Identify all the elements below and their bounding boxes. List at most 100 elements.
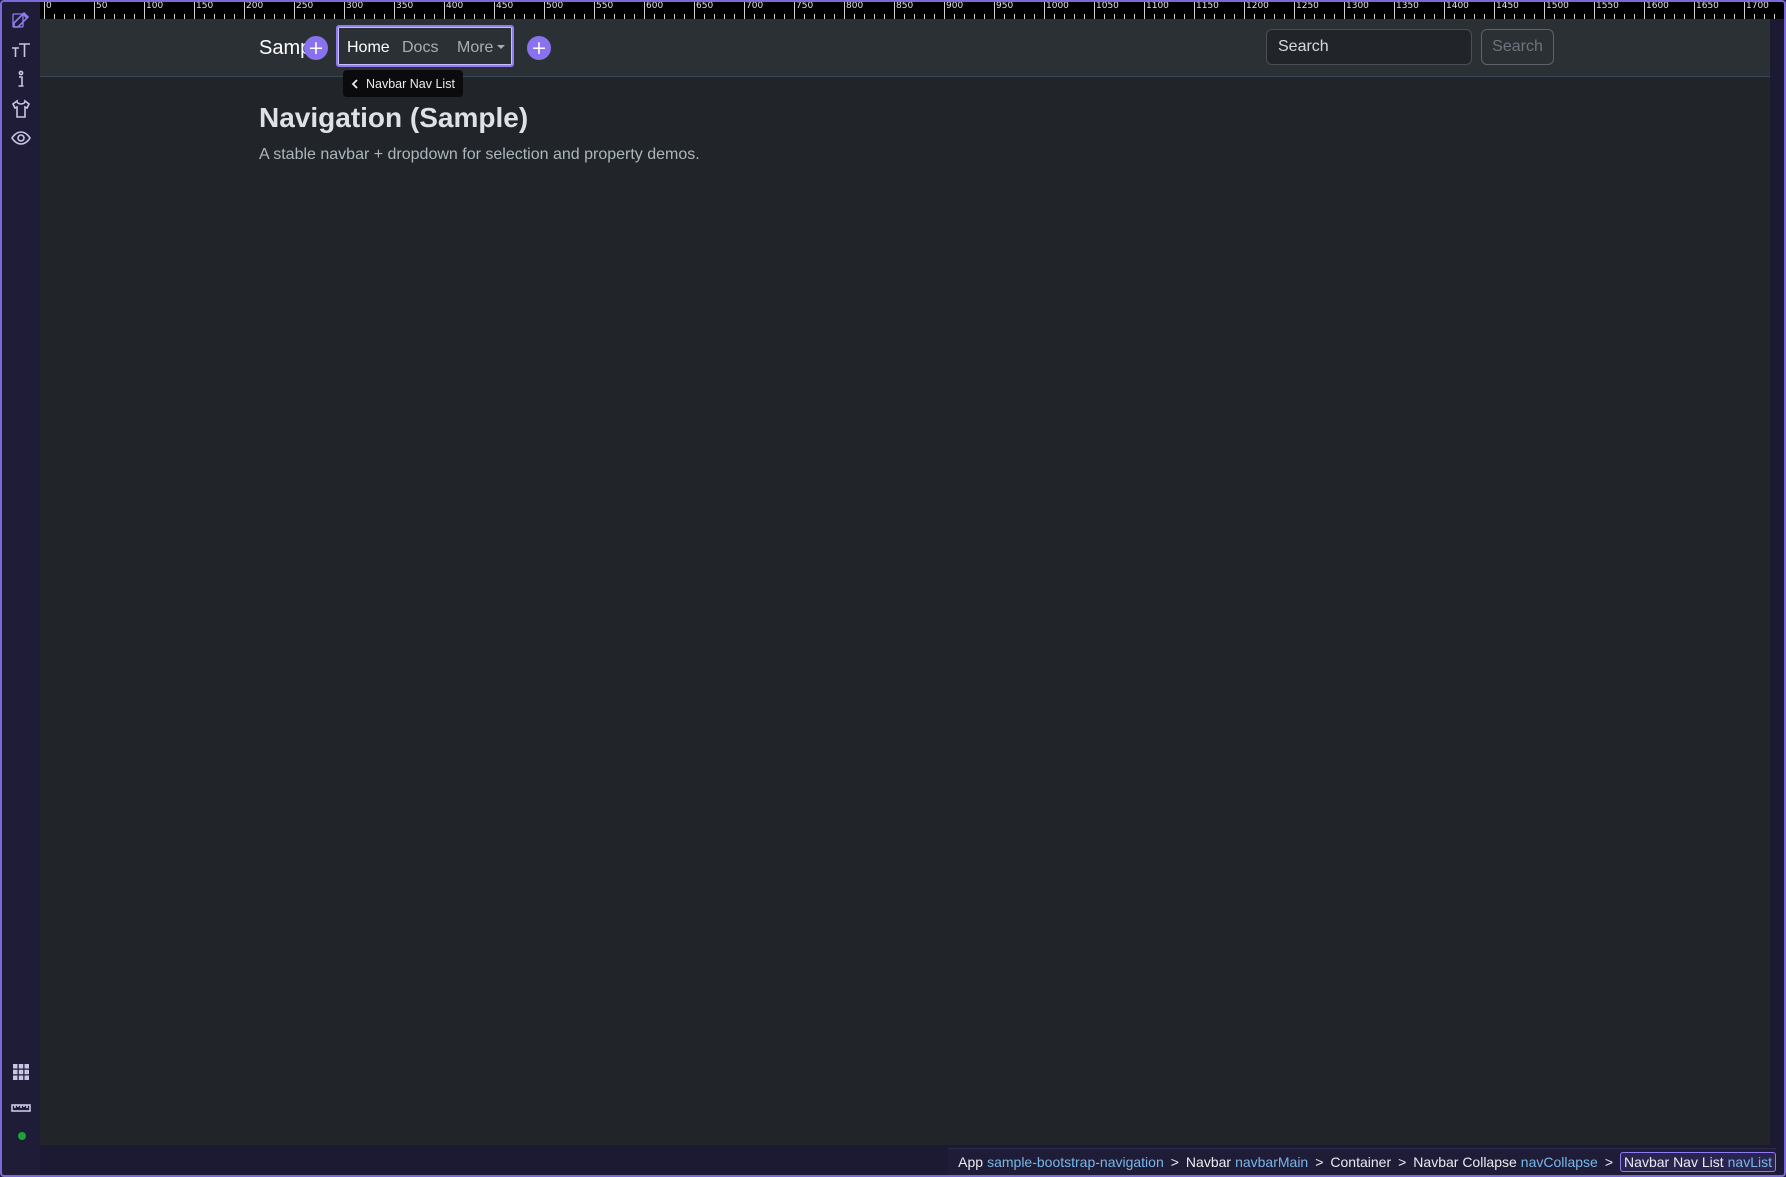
grid-icon[interactable] bbox=[9, 1060, 33, 1084]
ruler-tick bbox=[494, 1, 495, 19]
breadcrumb-navbar-collapse[interactable]: Navbar Collapse navCollapse bbox=[1413, 1154, 1598, 1170]
ruler-label: 1050 bbox=[1096, 1, 1119, 11]
eye-icon[interactable] bbox=[9, 126, 33, 150]
nav-link-docs[interactable]: Docs bbox=[402, 39, 438, 57]
ruler-icon[interactable] bbox=[9, 1096, 33, 1120]
ruler-label: 1500 bbox=[1546, 1, 1569, 11]
ruler-tick bbox=[544, 1, 545, 19]
ruler-label: 600 bbox=[646, 1, 664, 11]
ruler-tick bbox=[144, 1, 145, 19]
breadcrumb-id: navCollapse bbox=[1520, 1154, 1598, 1170]
ruler-tick bbox=[944, 1, 945, 19]
ruler-label: 1550 bbox=[1596, 1, 1619, 11]
edit-icon[interactable] bbox=[9, 8, 33, 32]
ruler-label: 350 bbox=[396, 1, 414, 11]
ruler-tick bbox=[1294, 1, 1295, 19]
ruler-label: 750 bbox=[796, 1, 814, 11]
ruler-tick bbox=[844, 1, 845, 19]
ruler-tick bbox=[44, 1, 45, 19]
ruler-label: 1150 bbox=[1196, 1, 1219, 11]
ruler-label: 1650 bbox=[1696, 1, 1719, 11]
info-icon[interactable] bbox=[9, 67, 33, 91]
ruler-tick bbox=[244, 1, 245, 19]
ruler-label: 550 bbox=[596, 1, 614, 11]
ruler-tick bbox=[994, 1, 995, 19]
ruler-tick bbox=[294, 1, 295, 19]
selection-tooltip-label: Navbar Nav List bbox=[366, 76, 455, 91]
ruler-tick bbox=[1144, 1, 1145, 19]
ruler-tick bbox=[1594, 1, 1595, 19]
ruler-tick bbox=[1094, 1, 1095, 19]
ruler-label: 1700 bbox=[1746, 1, 1769, 11]
selection-tooltip[interactable]: Navbar Nav List bbox=[343, 70, 463, 97]
ruler-label: 100 bbox=[146, 1, 164, 11]
breadcrumb-separator: > bbox=[1315, 1154, 1324, 1170]
search-input[interactable] bbox=[1266, 29, 1472, 65]
page-title: Navigation (Sample) bbox=[259, 102, 529, 133]
tool-rail bbox=[2, 2, 40, 1175]
ruler-label: 50 bbox=[96, 1, 108, 11]
text-size-icon[interactable] bbox=[9, 38, 33, 62]
ruler-label: 1100 bbox=[1146, 1, 1169, 11]
breadcrumb: App sample-bootstrap-navigation > Navbar n… bbox=[948, 1148, 1776, 1175]
ruler-tick bbox=[1644, 1, 1645, 19]
status-indicator bbox=[18, 1132, 26, 1140]
add-before-button[interactable]: + bbox=[304, 36, 328, 60]
breadcrumb-type: Navbar Collapse bbox=[1413, 1154, 1517, 1170]
style-icon[interactable] bbox=[9, 97, 33, 121]
horizontal-ruler: 0 50 100 150 200 250 300 350 400 450 500 550 600 650 7… bbox=[40, 0, 1784, 19]
design-canvas: Sample + Home Docs More + Search Navbar … bbox=[40, 19, 1786, 1145]
breadcrumb-id: sample-bootstrap-navigation bbox=[987, 1154, 1164, 1170]
breadcrumb-type: Container bbox=[1330, 1154, 1392, 1170]
breadcrumb-app[interactable]: App sample-bootstrap-navigation bbox=[958, 1154, 1164, 1170]
ruler-label: 900 bbox=[946, 1, 964, 11]
breadcrumb-id: navbarMain bbox=[1235, 1154, 1309, 1170]
ruler-tick bbox=[644, 1, 645, 19]
ruler-label: 1600 bbox=[1646, 1, 1669, 11]
ruler-label: 800 bbox=[846, 1, 864, 11]
ruler-tick bbox=[394, 1, 395, 19]
ruler-tick bbox=[1344, 1, 1345, 19]
ruler-tick bbox=[1494, 1, 1495, 19]
ruler-label: 1200 bbox=[1246, 1, 1269, 11]
caret-down-icon bbox=[497, 45, 506, 49]
breadcrumb-navbar-nav-list[interactable]: Navbar Nav List navList bbox=[1620, 1152, 1776, 1172]
ruler-tick bbox=[694, 1, 695, 19]
ruler-label: 1250 bbox=[1296, 1, 1319, 11]
search-button[interactable]: Search bbox=[1481, 29, 1554, 65]
breadcrumb-separator: > bbox=[1604, 1154, 1614, 1170]
breadcrumb-type: App bbox=[958, 1154, 984, 1170]
breadcrumb-type: Navbar Nav List bbox=[1624, 1154, 1724, 1170]
add-after-button[interactable]: + bbox=[527, 36, 551, 60]
ruler-tick bbox=[1694, 1, 1695, 19]
ruler-tick bbox=[1044, 1, 1045, 19]
navbar-brand[interactable]: Sample bbox=[259, 37, 307, 60]
breadcrumb-separator: > bbox=[1398, 1154, 1407, 1170]
ruler-label: 150 bbox=[196, 1, 214, 11]
nav-dropdown-more[interactable]: More bbox=[457, 39, 506, 57]
page-subtitle: A stable navbar + dropdown for selection… bbox=[259, 146, 700, 163]
ruler-label: 250 bbox=[296, 1, 314, 11]
ruler-tick bbox=[1444, 1, 1445, 19]
ruler-label: 500 bbox=[546, 1, 564, 11]
navbar[interactable]: Sample + Home Docs More + Search bbox=[40, 19, 1770, 77]
breadcrumb-navbar[interactable]: Navbar navbarMain bbox=[1186, 1154, 1308, 1170]
ruler-label: 950 bbox=[996, 1, 1014, 11]
ruler-tick bbox=[1394, 1, 1395, 19]
ruler-label: 200 bbox=[246, 1, 264, 11]
ruler-label: 1350 bbox=[1396, 1, 1419, 11]
nav-dropdown-more-label: More bbox=[457, 39, 494, 56]
ruler-label: 650 bbox=[696, 1, 714, 11]
breadcrumb-id: navList bbox=[1727, 1154, 1772, 1170]
ruler-tick bbox=[1774, 14, 1775, 19]
ruler-label: 300 bbox=[346, 1, 364, 11]
ruler-tick bbox=[1194, 1, 1195, 19]
ruler-label: 850 bbox=[896, 1, 914, 11]
nav-link-home[interactable]: Home bbox=[347, 39, 390, 57]
ruler-label: 0 bbox=[46, 1, 52, 11]
ruler-tick bbox=[94, 1, 95, 19]
breadcrumb-container[interactable]: Container bbox=[1330, 1154, 1391, 1170]
ruler-label: 700 bbox=[746, 1, 764, 11]
ruler-tick bbox=[594, 1, 595, 19]
ruler-tick bbox=[344, 1, 345, 19]
